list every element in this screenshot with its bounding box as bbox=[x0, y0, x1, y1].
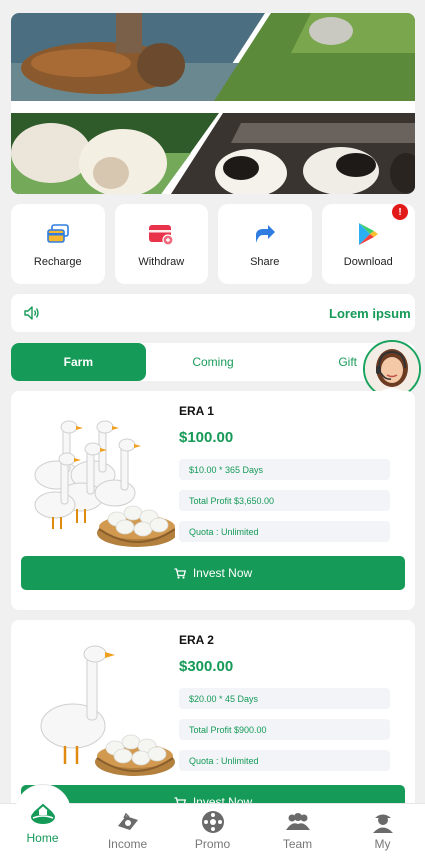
quick-actions: Recharge Withdraw Share Download ! bbox=[11, 204, 415, 284]
home-farm-icon bbox=[30, 803, 55, 824]
withdraw-button[interactable]: Withdraw bbox=[114, 204, 208, 284]
product-price: $300.00 bbox=[179, 658, 234, 675]
total-profit-chip: Total Profit $900.00 bbox=[179, 719, 390, 740]
tab-coming[interactable]: Coming bbox=[146, 343, 281, 381]
category-tabs: Farm Coming Gift bbox=[11, 343, 415, 381]
invest-now-label: Invest Now bbox=[192, 566, 253, 580]
notice-bar: Lorem ipsum bbox=[11, 294, 415, 332]
banner-image bbox=[11, 13, 415, 194]
recharge-label: Recharge bbox=[33, 256, 82, 268]
total-profit-chip: Total Profit $3,650.00 bbox=[179, 490, 390, 511]
share-icon bbox=[251, 220, 279, 248]
product-price: $100.00 bbox=[179, 429, 234, 446]
nav-income-label: Income bbox=[107, 837, 148, 851]
support-agent-avatar bbox=[365, 342, 419, 396]
speaker-icon bbox=[24, 306, 39, 320]
product-name: ERA 1 bbox=[179, 404, 214, 418]
user-icon bbox=[370, 809, 396, 835]
download-label: Download bbox=[343, 256, 393, 268]
card-icon bbox=[44, 220, 72, 248]
nav-income[interactable]: Income bbox=[85, 804, 170, 857]
nav-promo-label: Promo bbox=[194, 837, 231, 851]
nav-team-label: Team bbox=[282, 837, 313, 851]
daily-return-chip: $20.00 * 45 Days bbox=[179, 688, 390, 709]
notice-text: Lorem ipsum bbox=[329, 305, 411, 321]
nav-home[interactable]: Home bbox=[0, 784, 85, 857]
cart-icon bbox=[174, 567, 186, 579]
download-button[interactable]: Download ! bbox=[321, 204, 415, 284]
product-card-era-1: ERA 1 $100.00 $10.00 * 365 Days Total Pr… bbox=[11, 391, 415, 610]
quota-chip: Quota : Unlimited bbox=[179, 750, 390, 771]
quota-chip: Quota : Unlimited bbox=[179, 521, 390, 542]
customer-support-button[interactable] bbox=[363, 340, 421, 398]
income-icon bbox=[115, 809, 141, 835]
geese-eggs-image bbox=[34, 420, 175, 547]
promo-icon bbox=[200, 809, 226, 835]
share-button[interactable]: Share bbox=[218, 204, 312, 284]
nav-home-label: Home bbox=[26, 831, 59, 845]
nav-my-label: My bbox=[374, 837, 391, 851]
team-icon bbox=[285, 809, 311, 835]
download-badge: ! bbox=[392, 204, 408, 220]
bottom-navigation: Home Income Promo Team My bbox=[0, 784, 425, 857]
invest-now-button[interactable]: Invest Now bbox=[21, 556, 405, 590]
nav-team[interactable]: Team bbox=[255, 804, 340, 857]
nav-promo[interactable]: Promo bbox=[170, 804, 255, 857]
play-store-icon bbox=[354, 220, 382, 248]
wallet-icon bbox=[147, 220, 175, 248]
recharge-button[interactable]: Recharge bbox=[11, 204, 105, 284]
daily-return-chip: $10.00 * 365 Days bbox=[179, 459, 390, 480]
tab-farm[interactable]: Farm bbox=[11, 343, 146, 381]
withdraw-label: Withdraw bbox=[138, 256, 185, 268]
banner-carousel[interactable] bbox=[11, 13, 415, 194]
share-label: Share bbox=[250, 256, 280, 268]
product-name: ERA 2 bbox=[179, 633, 214, 647]
goose-eggs-image bbox=[40, 645, 175, 776]
nav-my[interactable]: My bbox=[340, 804, 425, 857]
